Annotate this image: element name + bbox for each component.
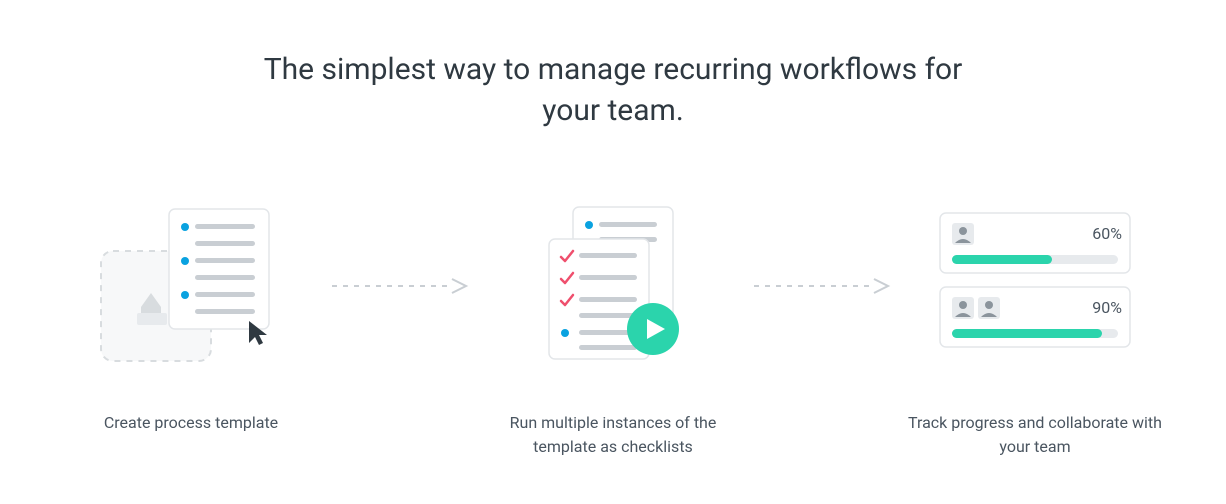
progress-illustration: 60% 90% <box>930 201 1140 371</box>
play-icon <box>627 303 679 355</box>
arrow-right-icon <box>332 276 472 296</box>
progress-svg: 60% 90% <box>930 201 1140 371</box>
progress-percent-2: 90% <box>1092 298 1122 317</box>
page-headline: The simplest way to manage recurring wor… <box>253 50 973 131</box>
steps-row: Create process template <box>60 201 1166 459</box>
avatar-icon <box>978 297 1000 319</box>
checklist-illustration <box>513 201 713 371</box>
avatar-icon <box>952 297 974 319</box>
checklist-svg <box>513 201 713 371</box>
step-caption: Create process template <box>104 411 278 435</box>
template-svg <box>91 201 291 371</box>
step-create-template: Create process template <box>60 201 322 435</box>
step-run-checklists: Run multiple instances of the template a… <box>482 201 744 459</box>
arrow-right-icon <box>754 276 894 296</box>
arrow-1 <box>332 201 472 371</box>
arrow-2 <box>754 201 894 371</box>
step-caption: Track progress and collaborate with your… <box>905 411 1165 459</box>
avatar-icon <box>952 223 974 245</box>
step-track-progress: 60% 90% <box>904 201 1166 459</box>
step-caption: Run multiple instances of the template a… <box>483 411 743 459</box>
progress-percent-1: 60% <box>1092 224 1122 243</box>
template-illustration <box>91 201 291 371</box>
